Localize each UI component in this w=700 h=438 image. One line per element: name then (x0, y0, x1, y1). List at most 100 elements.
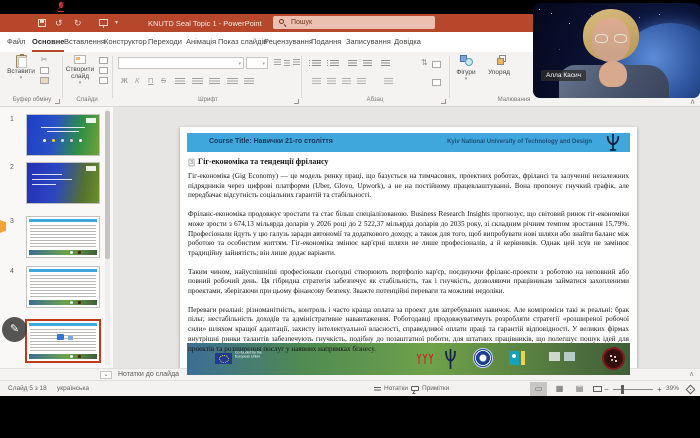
highlight-color-icon[interactable] (227, 78, 238, 86)
new-slide-button[interactable]: Створити слайд ▾ (64, 55, 96, 86)
mic-muted-icon[interactable] (56, 2, 66, 12)
tab-insert[interactable]: Вставлення (64, 32, 105, 52)
character-spacing-icon[interactable] (192, 78, 203, 86)
shapes-button[interactable]: Фігури ▾ (452, 55, 480, 82)
thumb-decoration (29, 269, 97, 272)
zoom-slider-thumb[interactable] (621, 385, 624, 394)
slide-layout-icon[interactable] (99, 57, 108, 64)
font-name-select[interactable]: ▾ (118, 57, 244, 69)
thumb-decoration (32, 184, 56, 185)
font-name-caret-icon: ▾ (238, 61, 241, 67)
paragraph-dialog-launcher-icon[interactable] (441, 99, 446, 104)
thumb-decoration (32, 179, 72, 180)
paste-button[interactable]: Вставити ▾ (6, 55, 36, 81)
convert-smartart-icon[interactable] (432, 61, 441, 68)
clear-formatting-icon[interactable] (293, 59, 300, 67)
participant-video[interactable]: Алла Касич (533, 3, 700, 98)
zoom-in-button[interactable]: + (657, 385, 662, 394)
shapes-icon (460, 55, 473, 66)
new-slide-icon (74, 55, 86, 64)
zoom-out-button[interactable]: − (604, 385, 609, 394)
reading-view-button[interactable]: ▤ (571, 382, 588, 396)
tab-design[interactable]: Конструктор (104, 32, 147, 52)
clipboard-dialog-launcher-icon[interactable] (55, 99, 60, 104)
university-name: Kyiv National University of Technology a… (447, 139, 592, 145)
participant-name-tag: Алла Касич (541, 70, 586, 81)
bullets-icon[interactable] (312, 60, 321, 67)
annotation-pencil-button[interactable]: ✎ (2, 317, 27, 342)
align-center-icon[interactable] (327, 78, 336, 85)
reset-slide-icon[interactable] (99, 67, 108, 74)
columns-icon[interactable] (384, 78, 393, 85)
comments-button[interactable]: Примітки (422, 385, 449, 392)
undo-icon[interactable]: ↺ (55, 18, 63, 28)
notes-icon (374, 387, 381, 392)
collapse-ribbon-icon[interactable]: ∧ (688, 98, 697, 106)
text-shadow-icon[interactable] (175, 78, 185, 86)
zoom-percentage[interactable]: 39% (666, 385, 679, 392)
tab-review[interactable]: Рецензування (264, 32, 313, 52)
group-slides-label: Слайди (62, 97, 112, 103)
save-icon[interactable] (38, 19, 46, 27)
notes-toggle-button[interactable]: ⌄ (100, 371, 112, 379)
cut-icon[interactable]: ✂ (40, 56, 49, 64)
grow-font-icon[interactable] (274, 59, 281, 67)
font-size-select[interactable]: ▾ (246, 57, 268, 69)
increase-indent-icon[interactable] (363, 60, 372, 67)
tab-file[interactable]: Файл (7, 32, 25, 52)
align-text-icon[interactable] (432, 79, 441, 86)
notes-button[interactable]: Нотатки (384, 385, 408, 392)
font-dialog-launcher-icon[interactable] (294, 99, 299, 104)
paste-caret-icon: ▾ (6, 75, 36, 81)
slide-heading: Гіг-економіка та тенденції фрілансу (198, 157, 328, 166)
numbering-icon[interactable] (330, 60, 339, 67)
zoom-slider[interactable] (613, 389, 653, 390)
arrange-button[interactable]: Упоряд (484, 55, 514, 76)
tab-transitions[interactable]: Переходи (148, 32, 182, 52)
line-spacing-icon[interactable] (381, 60, 390, 67)
slide-thumbnail-2[interactable] (27, 163, 99, 203)
align-left-icon[interactable] (312, 78, 321, 85)
justify-icon[interactable] (357, 78, 366, 85)
comment-marker[interactable]: 3 (189, 159, 195, 167)
notes-label[interactable]: Нотатки до слайда (118, 371, 179, 378)
slide-body-text[interactable]: Гіг-економіка (Gig Economy) — це модель … (188, 172, 629, 354)
change-case-icon[interactable] (209, 78, 220, 86)
slideshow-icon (593, 386, 602, 392)
tab-recording[interactable]: Записування (346, 32, 391, 52)
normal-view-button[interactable]: ▭ (530, 382, 547, 396)
copy-icon[interactable] (40, 67, 49, 74)
quick-access-caret-icon[interactable]: ▾ (115, 18, 118, 28)
format-painter-icon[interactable] (40, 77, 49, 84)
italic-button[interactable]: К (135, 76, 139, 85)
tab-animations[interactable]: Анімація (186, 32, 216, 52)
fit-to-window-icon[interactable] (686, 385, 696, 395)
font-color-icon[interactable] (244, 78, 254, 86)
tab-slideshow[interactable]: Показ слайдів (218, 32, 267, 52)
section-icon[interactable] (99, 77, 108, 84)
previous-slide-icon[interactable]: ∧ (689, 370, 694, 378)
slide-thumbnail-1[interactable] (27, 115, 99, 155)
decrease-indent-icon[interactable] (348, 60, 357, 67)
scrollbar-thumb[interactable] (105, 111, 110, 259)
tab-view[interactable]: Подання (311, 32, 341, 52)
slide-canvas[interactable]: Course Title: Навички 21-го століття Kyi… (180, 127, 637, 381)
slide-number-indicator[interactable]: Слайд 5 з 18 (8, 385, 47, 392)
redo-icon[interactable]: ↻ (74, 18, 82, 28)
align-right-icon[interactable] (342, 78, 351, 85)
slide-thumbnail-5-selected[interactable] (27, 321, 99, 361)
language-indicator[interactable]: українська (57, 385, 89, 392)
underline-button[interactable]: П (148, 76, 153, 85)
thumbnail-scrollbar[interactable] (105, 109, 110, 365)
tab-home[interactable]: Основне (32, 32, 64, 52)
shrink-font-icon[interactable] (284, 60, 290, 67)
slide-sorter-view-button[interactable]: ▦ (551, 382, 568, 396)
search-input[interactable]: Пошук (273, 16, 435, 29)
slide-thumbnail-4[interactable] (27, 267, 99, 307)
text-direction-icon[interactable]: ⇅ (420, 59, 429, 67)
bold-button[interactable]: Ж (121, 76, 128, 85)
tab-help[interactable]: Довідка (394, 32, 421, 52)
strikethrough-button[interactable]: S (161, 76, 166, 85)
slide-thumbnail-3[interactable] (27, 217, 99, 257)
start-slideshow-icon[interactable] (99, 19, 108, 26)
